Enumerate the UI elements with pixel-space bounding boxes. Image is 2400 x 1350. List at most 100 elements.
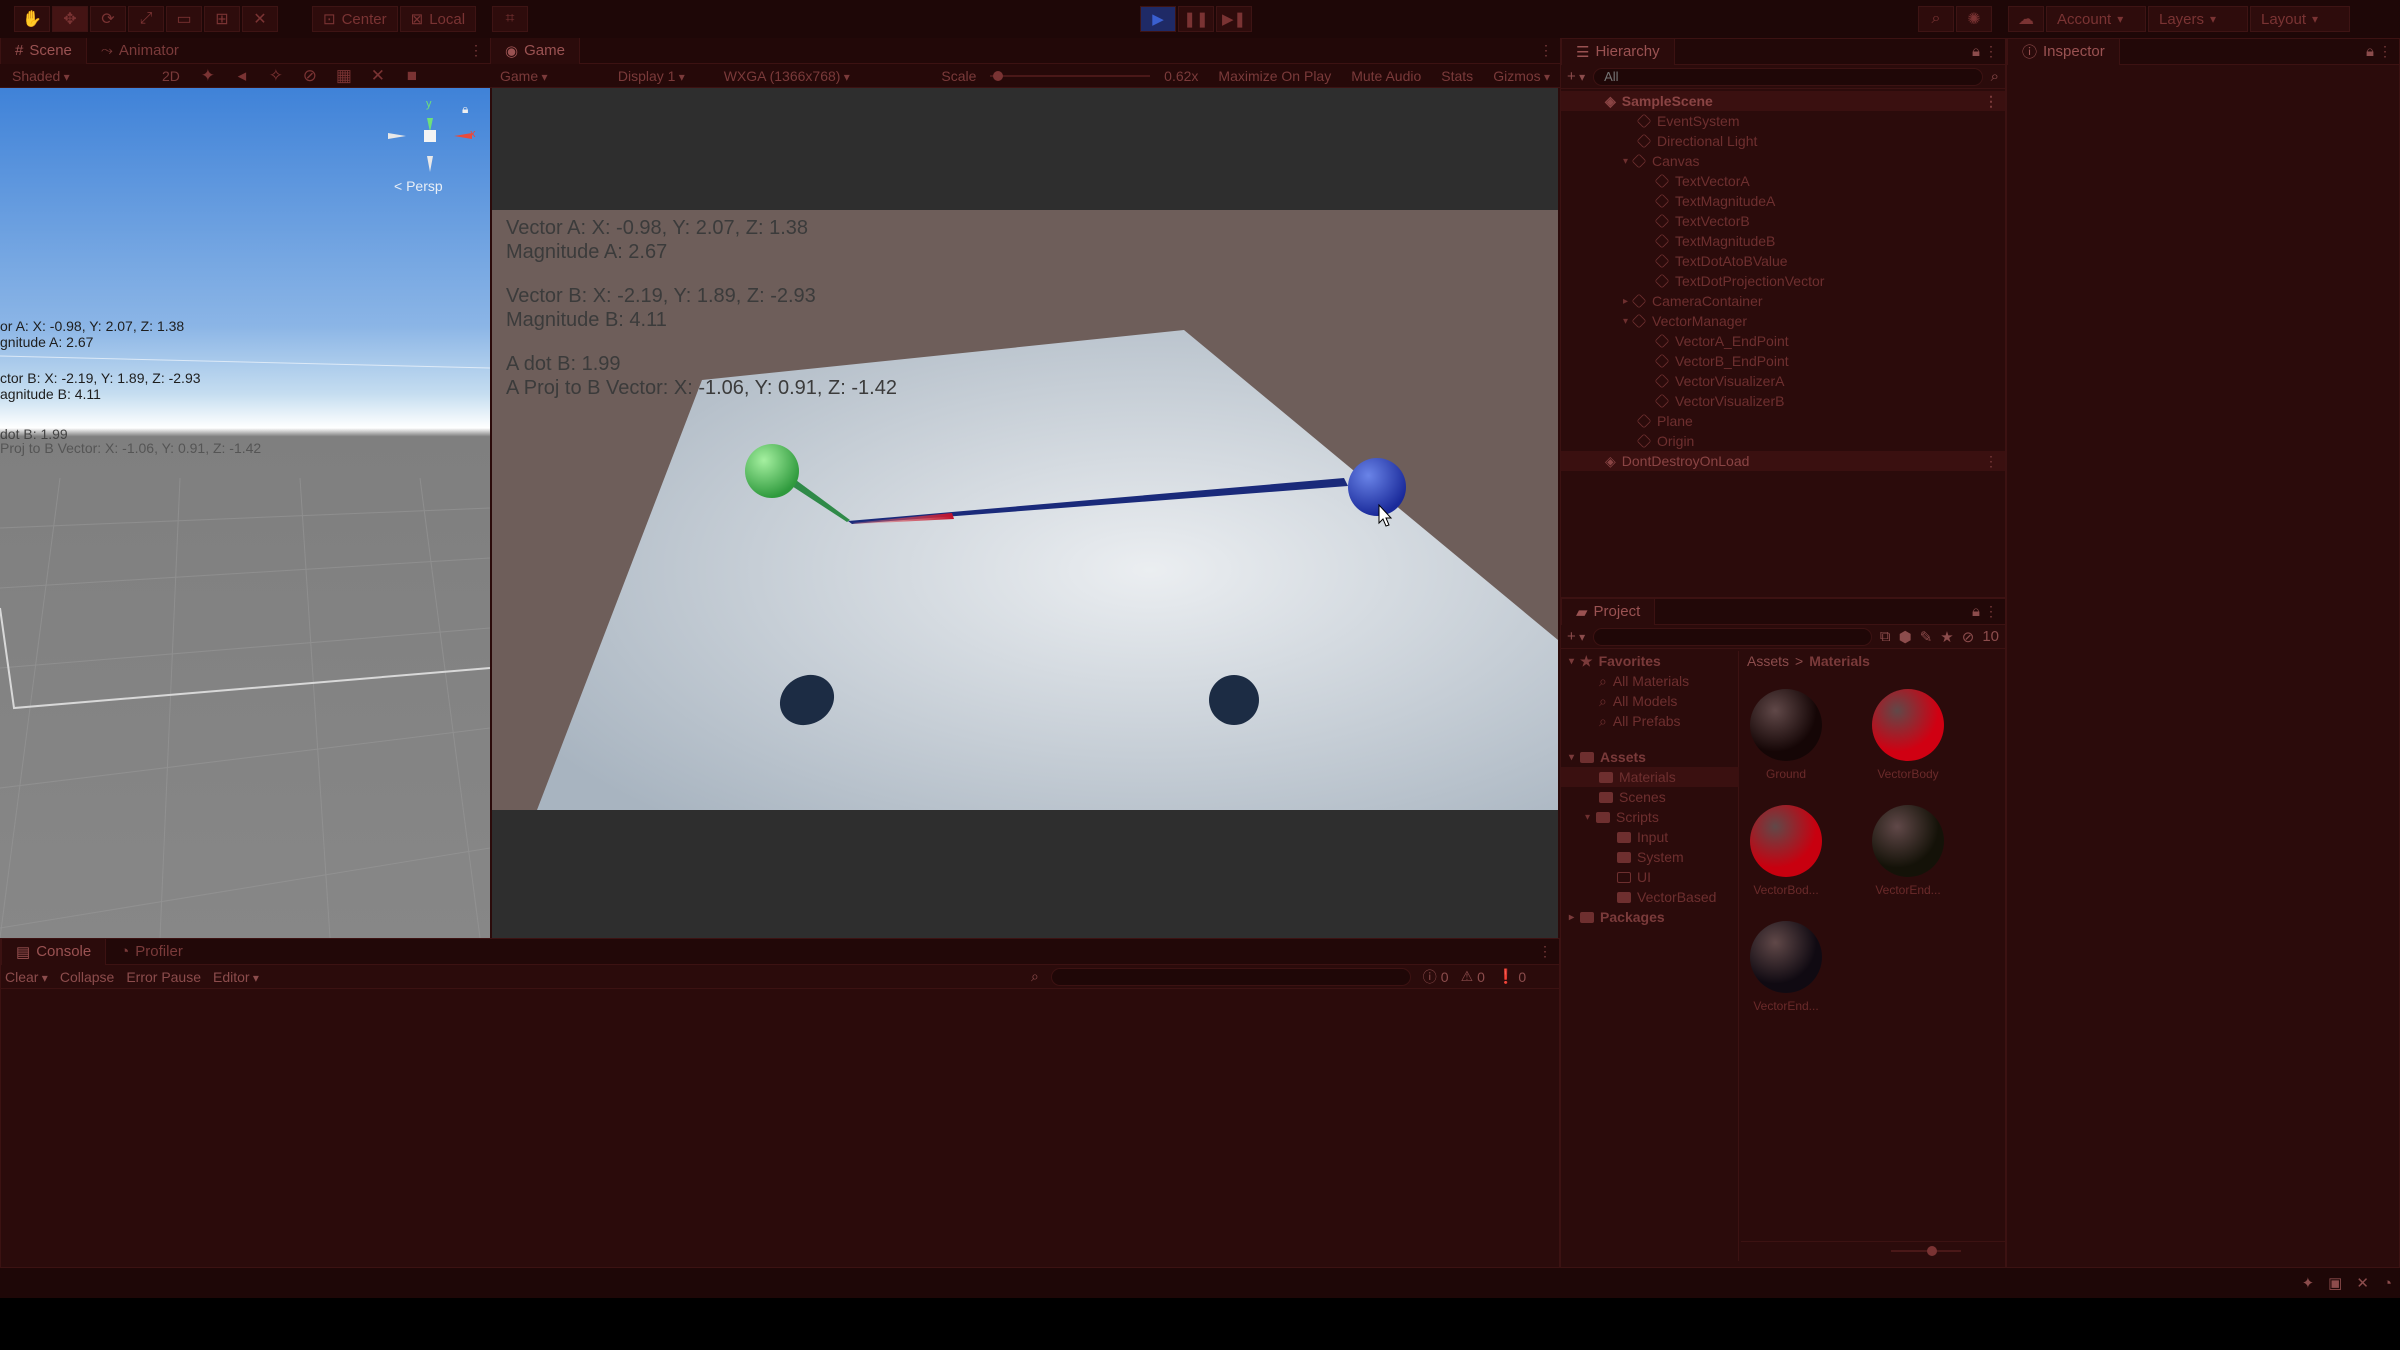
tools-icon[interactable]: ✕ [366, 64, 390, 88]
hierarchy-filter-icon[interactable]: ⌕ [1991, 68, 1999, 85]
collab-icon[interactable]: ✺ [1956, 6, 1992, 32]
vector-b-sphere[interactable] [1348, 458, 1406, 516]
clear-button[interactable]: Clear [5, 969, 48, 985]
bug-icon[interactable]: ✦ [2302, 1274, 2315, 1292]
gizmo-lock-icon[interactable]: 🔒︎ [462, 102, 468, 117]
favorite-star-icon[interactable]: ★ [1940, 628, 1953, 646]
log-error-icon[interactable]: ❗ [1497, 968, 1514, 985]
custom-tool-icon[interactable]: ✕ [242, 6, 278, 32]
tab-inspector[interactable]: ⓘ Inspector [2007, 38, 2120, 65]
game-viewport[interactable]: Vector A: X: -0.98, Y: 2.07, Z: 1.38 Mag… [492, 210, 1558, 810]
tab-console[interactable]: ▤ Console [1, 938, 107, 965]
assets-folder[interactable]: ▾ Assets [1569, 747, 1646, 767]
folder-scenes[interactable]: Scenes [1599, 787, 1666, 807]
layout-dropdown[interactable]: Layout [2250, 6, 2350, 32]
icon-size-slider-knob[interactable] [1927, 1246, 1937, 1256]
progress-icon[interactable]: ✕ [2356, 1274, 2369, 1292]
favorite-all-materials[interactable]: ⌕ All Materials [1599, 671, 1689, 691]
scene-options-icon[interactable]: ⋮ [1984, 93, 1998, 110]
collapse-toggle[interactable]: Collapse [60, 969, 114, 985]
console-search-input[interactable] [1050, 967, 1411, 986]
hierarchy-item-vectora-endpoint[interactable]: VectorA_EndPoint [1561, 331, 2005, 351]
hierarchy-item-vectorvisualizera[interactable]: VectorVisualizerA [1561, 371, 2005, 391]
effects-icon[interactable]: ✧ [264, 64, 288, 88]
camera-icon[interactable]: ■ [400, 64, 424, 88]
rotate-tool-icon[interactable]: ⟳ [90, 6, 126, 32]
inspector-lock-icon[interactable]: 🔒︎ [2366, 43, 2374, 60]
scale-slider-knob[interactable] [993, 70, 1004, 81]
editor-dropdown[interactable]: Editor [213, 969, 259, 985]
favorites-header[interactable]: ▾ ★ Favorites [1569, 651, 1661, 671]
tab-animator[interactable]: ⤳ Animator [87, 38, 193, 64]
snap-icon[interactable]: ⌗ [492, 6, 529, 32]
audio-icon[interactable]: ◂ [230, 64, 254, 88]
project-menu-icon[interactable]: ⋮ [1984, 603, 1998, 620]
material-ground[interactable]: Ground [1741, 689, 1831, 781]
console-menu-icon[interactable]: ⋮ [1538, 943, 1552, 960]
search-by-label-icon[interactable]: ⬢ [1899, 628, 1912, 646]
packages-folder[interactable]: ▸ Packages [1569, 907, 1665, 927]
hierarchy-search-input[interactable] [1593, 67, 1983, 86]
breadcrumb-assets[interactable]: Assets [1747, 653, 1789, 669]
hierarchy-item-vectorb-endpoint[interactable]: VectorB_EndPoint [1561, 351, 2005, 371]
pivot-center-button[interactable]: ⊡ Center [312, 6, 398, 32]
hierarchy-item-eventsystem[interactable]: EventSystem [1561, 111, 2005, 131]
hierarchy-item-directional-light[interactable]: Directional Light [1561, 131, 2005, 151]
maximize-on-play-toggle[interactable]: Maximize On Play [1212, 68, 1337, 84]
gizmos-dropdown[interactable]: Gizmos [1487, 68, 1556, 84]
tab-project[interactable]: ▰ Project [1561, 598, 1656, 625]
game-menu-icon[interactable]: ⋮ [1539, 42, 1553, 59]
log-info-icon[interactable]: ⓘ [1423, 967, 1437, 987]
expand-arrow-icon[interactable]: ▾ [1623, 316, 1628, 327]
label-tag-icon[interactable]: ✎ [1920, 628, 1933, 646]
inspector-menu-icon[interactable]: ⋮ [2378, 43, 2392, 60]
shading-mode-dropdown[interactable]: Shaded [6, 68, 146, 84]
hierarchy-item-textdotprojectionvector[interactable]: TextDotProjectionVector [1561, 271, 2005, 291]
folder-materials[interactable]: Materials [1561, 767, 1739, 787]
hierarchy-item-textdotatobvalue[interactable]: TextDotAtoBValue [1561, 251, 2005, 271]
folder-input[interactable]: Input [1617, 827, 1668, 847]
transform-tool-icon[interactable]: ⊞ [204, 6, 240, 32]
log-warning-icon[interactable]: ⚠ [1461, 968, 1474, 985]
scene-viewport[interactable]: or A: X: -0.98, Y: 2.07, Z: 1.38 gnitude… [0, 88, 490, 938]
pause-button[interactable]: ❚❚ [1178, 6, 1214, 32]
rect-tool-icon[interactable]: ▭ [166, 6, 202, 32]
scale-slider[interactable] [990, 70, 1151, 81]
folder-ui[interactable]: UI [1617, 867, 1651, 887]
vector-a-sphere[interactable] [745, 444, 799, 498]
search-icon[interactable]: ⌕ [1918, 6, 1954, 32]
material-vectorbody-2[interactable]: VectorBod... [1741, 805, 1831, 897]
lighting-icon[interactable]: ✦ [196, 64, 220, 88]
folder-scripts[interactable]: ▾ Scripts [1585, 807, 1659, 827]
tab-scene[interactable]: # Scene [0, 37, 87, 64]
hierarchy-item-samplescene[interactable]: ◈ SampleScene ⋮ [1561, 91, 2005, 111]
game-view-dropdown[interactable]: Game [494, 68, 604, 84]
collapse-arrow-icon[interactable]: ▸ [1623, 296, 1628, 307]
hierarchy-item-canvas[interactable]: ▾ Canvas [1561, 151, 2005, 171]
breadcrumb-materials[interactable]: Materials [1809, 653, 1870, 669]
search-by-type-icon[interactable]: ⧉ [1880, 628, 1891, 645]
scene-menu-icon[interactable]: ⋮ [469, 42, 483, 59]
favorite-all-models[interactable]: ⌕ All Models [1599, 691, 1677, 711]
pivot-local-button[interactable]: ⊠ Local [399, 6, 477, 32]
hierarchy-lock-icon[interactable]: 🔒︎ [1972, 43, 1980, 60]
toggle-2d-button[interactable]: 2D [156, 68, 186, 84]
cache-icon[interactable]: ▣ [2328, 1274, 2342, 1292]
icon-size-slider[interactable] [1891, 1250, 1961, 1252]
hierarchy-item-textvectorb[interactable]: TextVectorB [1561, 211, 2005, 231]
grid-icon[interactable]: ▦ [332, 64, 356, 88]
hidden-objects-icon[interactable]: ⊘ [298, 64, 322, 88]
hidden-packages-icon[interactable]: ⊘ [1962, 628, 1975, 646]
scene-options-icon[interactable]: ⋮ [1984, 453, 1998, 470]
stats-toggle[interactable]: Stats [1435, 68, 1479, 84]
folder-system[interactable]: System [1617, 847, 1684, 867]
mute-audio-toggle[interactable]: Mute Audio [1345, 68, 1427, 84]
scale-tool-icon[interactable]: ⤢ [128, 6, 164, 32]
resolution-dropdown[interactable]: WXGA (1366x768) [718, 68, 928, 84]
favorite-all-prefabs[interactable]: ⌕ All Prefabs [1599, 711, 1681, 731]
hierarchy-item-textmagnitudeb[interactable]: TextMagnitudeB [1561, 231, 2005, 251]
material-vectorend[interactable]: VectorEnd... [1863, 805, 1953, 897]
hierarchy-item-origin[interactable]: Origin [1561, 431, 2005, 451]
hierarchy-item-textvectora[interactable]: TextVectorA [1561, 171, 2005, 191]
project-search-input[interactable] [1593, 627, 1872, 646]
